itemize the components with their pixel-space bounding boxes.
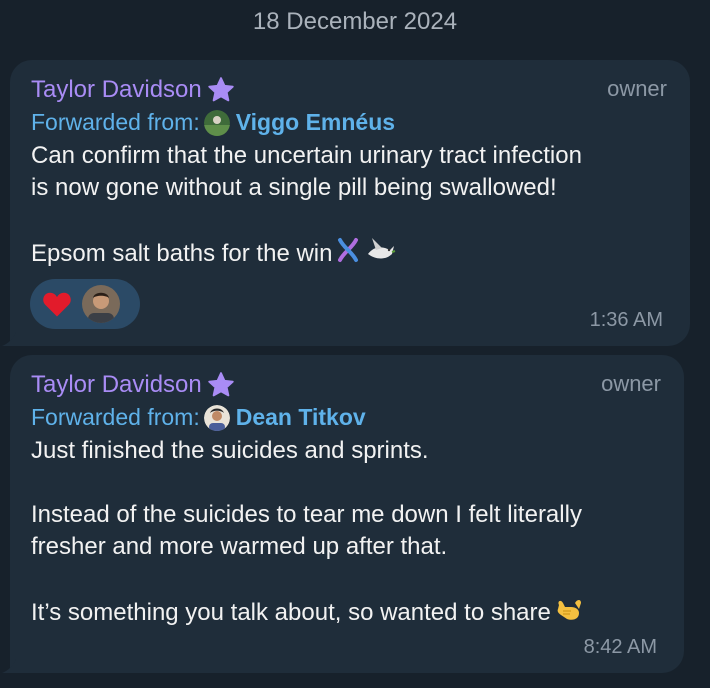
forwarded-from[interactable]: Forwarded from: Dean Titkov — [31, 404, 366, 431]
forwarded-label: Forwarded from: — [31, 404, 200, 430]
sender-name[interactable]: Taylor Davidson — [31, 75, 236, 105]
bubble-tail — [2, 659, 16, 673]
heart-icon — [42, 290, 72, 318]
dove-emoji-icon — [364, 236, 396, 273]
message-bubble[interactable]: Taylor Davidson owner Forwarded from: De… — [2, 355, 684, 673]
forwarded-from[interactable]: Forwarded from: Viggo Emnéus — [31, 109, 395, 136]
forwarded-avatar — [203, 109, 230, 136]
message-text: Just finished the suicides and sprints. … — [31, 435, 671, 632]
role-badge: owner — [607, 76, 667, 101]
reactor-avatar[interactable] — [82, 285, 120, 323]
forwarded-name[interactable]: Dean Titkov — [236, 404, 366, 431]
dna-emoji-icon — [334, 236, 362, 273]
forwarded-avatar — [203, 404, 230, 431]
message-text: Can confirm that the uncertain urinary t… — [31, 140, 681, 273]
forwarded-label: Forwarded from: — [31, 109, 200, 135]
bubble-tail — [2, 332, 16, 346]
forwarded-name[interactable]: Viggo Emnéus — [236, 109, 395, 136]
message-time: 1:36 AM — [589, 309, 663, 331]
message-time: 8:42 AM — [583, 636, 657, 658]
premium-star-icon — [206, 370, 236, 400]
date-separator: 18 December 2024 — [252, 8, 458, 35]
call-me-hand-emoji-icon — [553, 595, 583, 632]
reaction-chip[interactable] — [30, 279, 140, 329]
sender-name[interactable]: Taylor Davidson — [31, 370, 236, 400]
message-bubble[interactable]: Taylor Davidson owner Forwarded from: Vi… — [2, 60, 690, 346]
premium-star-icon — [206, 75, 236, 105]
role-badge: owner — [601, 371, 661, 396]
